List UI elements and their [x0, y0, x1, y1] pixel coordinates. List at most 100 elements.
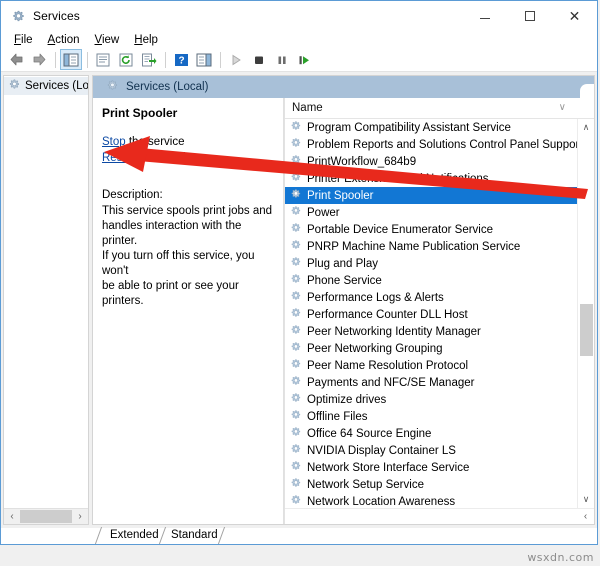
service-name: Network Setup Service	[307, 478, 424, 491]
restart-service-icon[interactable]	[294, 49, 316, 70]
table-row[interactable]: Program Compatibility Assistant Service	[285, 119, 577, 136]
service-gear-icon	[289, 255, 302, 273]
menu-item-view[interactable]: View	[88, 33, 128, 47]
table-row[interactable]: Print Spooler	[285, 187, 577, 204]
table-row[interactable]: Power	[285, 204, 577, 221]
table-row[interactable]: Optimize drives	[285, 391, 577, 408]
service-gear-icon	[289, 408, 302, 426]
service-name: Office 64 Source Engine	[307, 427, 432, 440]
table-row[interactable]: PNRP Machine Name Publication Service	[285, 238, 577, 255]
table-row[interactable]: PrintWorkflow_684b9	[285, 153, 577, 170]
menu-label-file-rest: ile	[21, 33, 33, 46]
close-button[interactable]: ✕	[552, 1, 597, 31]
service-gear-icon	[289, 289, 302, 307]
tree-item-services-local[interactable]: Services (Loca	[4, 77, 88, 95]
stop-service-icon[interactable]	[248, 49, 270, 70]
refresh-icon[interactable]	[115, 49, 137, 70]
list-horizontal-scrollbar[interactable]: ‹	[285, 508, 594, 524]
window-title: Services	[33, 9, 80, 23]
view-tabs: Extended Standard	[92, 525, 595, 545]
table-row[interactable]: Network Location Awareness	[285, 493, 577, 508]
service-description: Description: This service spools print j…	[102, 188, 275, 309]
table-row[interactable]: Plug and Play	[285, 255, 577, 272]
table-row[interactable]: Phone Service	[285, 272, 577, 289]
tree-scroll-thumb[interactable]	[20, 510, 72, 523]
service-name: Problem Reports and Solutions Control Pa…	[307, 138, 577, 151]
table-row[interactable]: Problem Reports and Solutions Control Pa…	[285, 136, 577, 153]
forward-icon[interactable]	[28, 49, 50, 70]
pause-service-icon[interactable]	[271, 49, 293, 70]
table-row[interactable]: Offline Files	[285, 408, 577, 425]
restart-service-link[interactable]: Restart	[102, 152, 139, 164]
properties-icon[interactable]	[92, 49, 114, 70]
window-frame: Services ✕ File Action View Help ? Servi…	[0, 0, 598, 545]
service-name: NVIDIA Display Container LS	[307, 444, 456, 457]
services-gear-icon	[105, 78, 119, 97]
table-row[interactable]: Network Store Interface Service	[285, 459, 577, 476]
services-app-window: Services ✕ File Action View Help ? Servi…	[0, 0, 600, 566]
services-list-panel: Name ∨ Program Compatibility Assistant S…	[284, 98, 594, 524]
table-row[interactable]: Network Setup Service	[285, 476, 577, 493]
show-action-pane-icon[interactable]	[193, 49, 215, 70]
table-row[interactable]: Office 64 Source Engine	[285, 425, 577, 442]
stop-service-action: Stop the service	[102, 134, 275, 150]
scroll-down-button[interactable]: ∨	[578, 491, 594, 508]
tab-extended[interactable]: Extended	[94, 526, 174, 544]
service-gear-icon	[289, 374, 302, 392]
help-icon[interactable]: ?	[170, 49, 192, 70]
service-details-panel: Print Spooler Stop the service Restart t…	[93, 98, 284, 524]
column-header-name[interactable]: Name	[292, 102, 323, 114]
console-tree-pane: Services (Loca ‹ ›	[3, 75, 89, 525]
title-bar: Services ✕	[1, 1, 597, 31]
service-name: Performance Counter DLL Host	[307, 308, 468, 321]
toolbar-separator	[220, 51, 221, 68]
stop-service-link[interactable]: Stop	[102, 136, 126, 148]
tab-standard[interactable]: Standard	[168, 526, 233, 544]
list-vertical-scrollbar[interactable]: ∧ ∨	[577, 119, 594, 508]
list-column-header[interactable]: Name ∨	[285, 98, 594, 119]
scroll-up-button[interactable]: ∧	[578, 119, 594, 136]
pane-header-corner	[580, 84, 594, 98]
table-row[interactable]: Printer Extensions and Notifications	[285, 170, 577, 187]
tab-extended-label[interactable]: Extended	[107, 529, 162, 541]
tab-standard-label[interactable]: Standard	[168, 529, 221, 541]
chevron-down-icon[interactable]: ∨	[559, 102, 566, 113]
service-gear-icon	[289, 187, 302, 205]
table-row[interactable]: Peer Name Resolution Protocol	[285, 357, 577, 374]
service-gear-icon	[289, 153, 302, 171]
table-row[interactable]: Performance Counter DLL Host	[285, 306, 577, 323]
toolbar-separator	[55, 51, 56, 68]
list-scroll-left-arrow[interactable]: ‹	[577, 511, 594, 522]
content-area: Services (Loca ‹ ›	[1, 72, 597, 544]
export-list-icon[interactable]	[138, 49, 160, 70]
service-gear-icon	[289, 170, 302, 188]
menu-item-action[interactable]: Action	[41, 33, 88, 47]
back-icon[interactable]	[5, 49, 27, 70]
service-gear-icon	[289, 221, 302, 239]
menu-item-help[interactable]: Help	[127, 33, 166, 47]
maximize-button[interactable]	[507, 1, 552, 31]
minimize-button[interactable]	[462, 1, 507, 31]
tree-scroll-left-arrow[interactable]: ‹	[4, 509, 20, 524]
start-service-icon[interactable]	[225, 49, 247, 70]
table-row[interactable]: Performance Logs & Alerts	[285, 289, 577, 306]
tree-scroll-right-arrow[interactable]: ›	[72, 509, 88, 524]
table-row[interactable]: Peer Networking Grouping	[285, 340, 577, 357]
show-hide-console-tree-icon[interactable]	[60, 49, 82, 70]
table-row[interactable]: Peer Networking Identity Manager	[285, 323, 577, 340]
service-name: Offline Files	[307, 410, 368, 423]
window-controls: ✕	[462, 1, 597, 31]
table-row[interactable]: Payments and NFC/SE Manager	[285, 374, 577, 391]
service-gear-icon	[289, 119, 302, 137]
service-name: Network Location Awareness	[307, 495, 456, 508]
tree-horizontal-scrollbar[interactable]: ‹ ›	[4, 508, 88, 524]
table-row[interactable]: NVIDIA Display Container LS	[285, 442, 577, 459]
service-name: Phone Service	[307, 274, 382, 287]
service-gear-icon	[289, 340, 302, 358]
vertical-scroll-thumb[interactable]	[580, 304, 593, 356]
service-gear-icon	[289, 272, 302, 290]
service-name: Printer Extensions and Notifications	[307, 172, 489, 185]
table-row[interactable]: Portable Device Enumerator Service	[285, 221, 577, 238]
menu-item-file[interactable]: File	[7, 33, 41, 47]
service-gear-icon	[289, 136, 302, 154]
